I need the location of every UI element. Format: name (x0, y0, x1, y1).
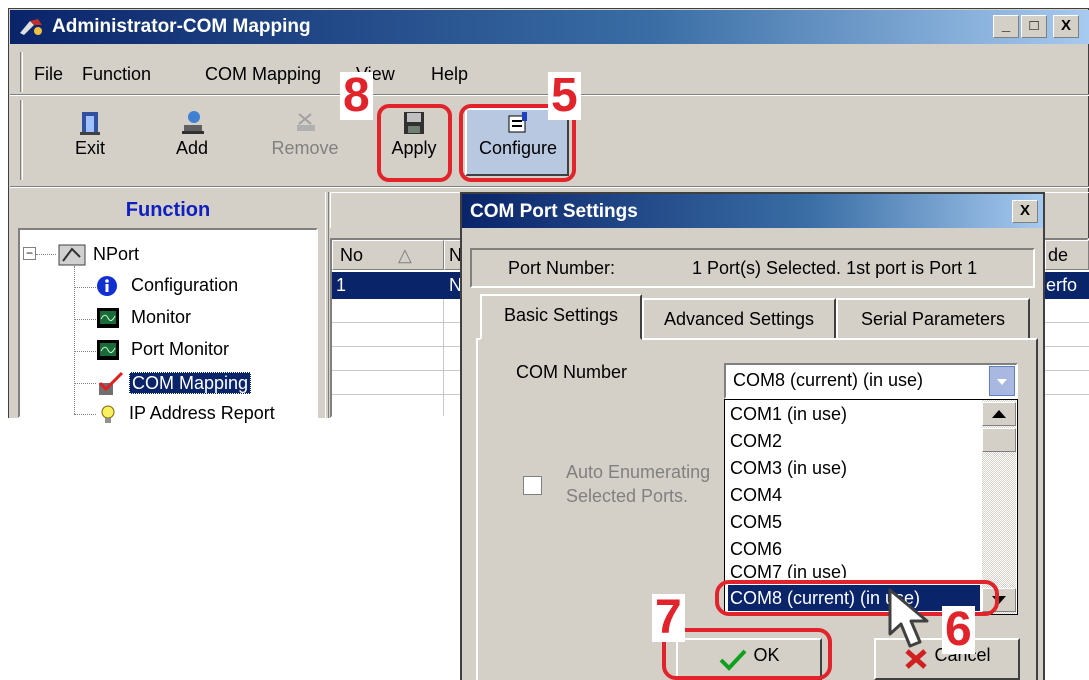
tree-connector (74, 287, 96, 288)
tree-connector (36, 254, 56, 255)
sort-ascending-icon: △ (398, 245, 412, 265)
tree-label: Configuration (131, 275, 239, 295)
function-header: Function (125, 199, 211, 221)
annotation-box-8 (377, 104, 452, 182)
auto-enumerating-label: Auto Enumerating (566, 462, 711, 482)
tree-connector (74, 383, 96, 384)
tree-item-monitor[interactable]: Monitor (96, 307, 191, 329)
dropdown-arrow-button[interactable] (989, 366, 1015, 396)
toolbar-divider (10, 186, 1089, 188)
lightbulb-icon (101, 405, 115, 424)
table-grid-line (443, 299, 444, 416)
tab-serial-parameters[interactable]: Serial Parameters (836, 298, 1030, 338)
app-icon (18, 17, 44, 37)
menu-function[interactable]: Function (82, 64, 151, 85)
tree-collapse-toggle[interactable]: − (23, 247, 36, 260)
dialog-title: COM Port Settings (470, 201, 638, 222)
tree-connector (74, 414, 96, 415)
remove-icon (297, 113, 315, 131)
pane-splitter[interactable] (325, 192, 329, 418)
com-number-label: COM Number (516, 362, 628, 382)
tree-connector (74, 351, 96, 352)
nport-icon (58, 244, 86, 266)
add-label: Add (175, 138, 209, 158)
exit-label: Exit (74, 138, 105, 158)
com-mapping-icon (98, 371, 124, 395)
com-number-selected-value: COM8 (current) (in use) (733, 370, 924, 390)
annotation-box-7 (662, 628, 832, 680)
remove-label: Remove (271, 138, 339, 158)
tree-item-port-monitor[interactable]: Port Monitor (96, 339, 229, 361)
monitor-icon (97, 308, 119, 329)
toolbar-grip (20, 100, 23, 180)
menu-file[interactable]: File (34, 64, 63, 85)
chevron-down-icon (997, 379, 1007, 385)
list-item[interactable]: COM3 (in use) (730, 458, 847, 479)
tab-basic-settings[interactable]: Basic Settings (480, 294, 642, 340)
tree-label: Monitor (131, 307, 192, 327)
tree-label: IP Address Report (129, 403, 275, 423)
annotation-number-5: 5 (548, 72, 581, 120)
tree-label: Port Monitor (131, 339, 230, 359)
exit-button[interactable]: Exit (70, 110, 110, 159)
minimize-button[interactable]: _ (993, 15, 1019, 38)
port-number-value: 1 Port(s) Selected. 1st port is Port 1 (692, 258, 978, 278)
tree-item-configuration[interactable]: Configuration (96, 275, 238, 297)
exit-icon (80, 112, 100, 135)
list-item[interactable]: COM4 (730, 485, 782, 506)
title-bar[interactable]: Administrator-COM Mapping _ □ X (10, 10, 1089, 44)
menu-grip (20, 52, 23, 92)
window-title: Administrator-COM Mapping (52, 16, 311, 37)
tree-item-nport[interactable]: NPort (58, 243, 139, 267)
table-cell-no: 1 (336, 275, 347, 295)
add-icon (182, 111, 204, 134)
info-icon (97, 276, 117, 297)
tree-label: NPort (93, 243, 140, 264)
column-header-no-label: No (340, 245, 364, 265)
tree-item-com-mapping[interactable]: COM Mapping (96, 371, 252, 397)
tree-label: COM Mapping (129, 371, 252, 394)
auto-enumerating-label-2: Selected Ports. (566, 486, 689, 506)
list-item[interactable]: COM7 (in use) (730, 562, 847, 578)
close-button[interactable]: X (1053, 15, 1079, 38)
tab-advanced-settings[interactable]: Advanced Settings (642, 298, 836, 338)
annotation-number-7: 7 (652, 594, 685, 642)
tree-connector (74, 319, 96, 320)
mouse-cursor-icon (888, 588, 929, 648)
dialog-close-button[interactable]: X (1012, 200, 1038, 223)
tree-connector (74, 266, 75, 414)
list-item[interactable]: COM5 (730, 512, 782, 533)
dialog-title-bar[interactable]: COM Port Settings X (462, 194, 1043, 228)
auto-enumerating-checkbox[interactable] (523, 476, 542, 495)
port-number-label: Port Number: (508, 258, 616, 278)
remove-button: Remove (262, 110, 348, 159)
maximize-button[interactable]: □ (1021, 15, 1047, 38)
list-item[interactable]: COM6 (730, 539, 782, 560)
menu-com-mapping[interactable]: COM Mapping (205, 64, 321, 85)
port-monitor-icon (97, 340, 119, 361)
list-item[interactable]: COM1 (in use) (730, 404, 847, 425)
tree-item-ip-address-report[interactable]: IP Address Report (96, 403, 275, 425)
scroll-up-icon (992, 410, 1006, 418)
scroll-up-button[interactable] (982, 402, 1016, 426)
scroll-thumb[interactable] (982, 428, 1016, 452)
column-header-mode-label: de (1048, 245, 1069, 265)
annotation-number-8: 8 (340, 72, 373, 120)
add-button[interactable]: Add (172, 110, 212, 159)
menu-help[interactable]: Help (431, 64, 468, 85)
list-item[interactable]: COM2 (730, 431, 782, 452)
table-cell-mode: erfo (1046, 275, 1078, 295)
